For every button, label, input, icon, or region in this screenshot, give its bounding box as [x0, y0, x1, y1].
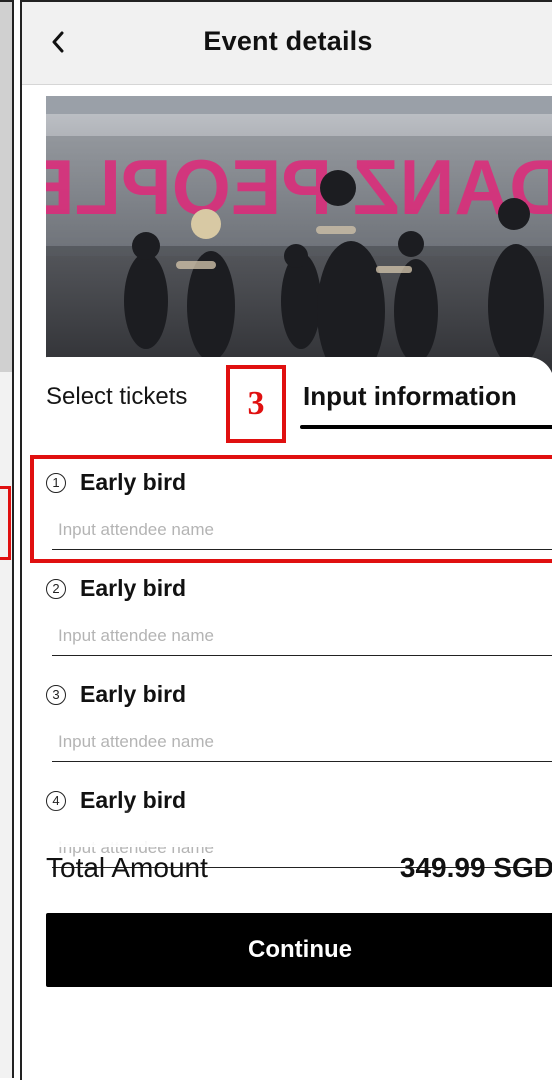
event-sign-text: DANZ PEOPLE	[46, 143, 552, 231]
field-label: 2 Early bird	[46, 575, 186, 602]
field-label: 1 Early bird	[46, 469, 186, 496]
attendee-name-input[interactable]	[52, 515, 552, 550]
attendee-field: 1 Early bird	[22, 455, 552, 563]
adjacent-screen-edge	[0, 0, 14, 1078]
app-header: Event details	[22, 2, 552, 85]
event-image: DANZ PEOPLE	[46, 96, 552, 386]
tab-input-information[interactable]: Input information	[303, 381, 517, 412]
tab-select-tickets[interactable]: Select tickets	[46, 383, 187, 411]
ticket-name: Early bird	[80, 469, 187, 495]
ticket-number-badge: 1	[46, 472, 66, 493]
continue-button[interactable]: Continue	[46, 913, 552, 987]
ticket-name: Early bird	[80, 681, 187, 707]
attendee-field: 2 Early bird	[22, 561, 552, 667]
ticket-number-badge: 2	[46, 578, 66, 599]
ticket-sheet: Select tickets 3 Input information 1 Ear…	[22, 357, 552, 1080]
field-label: 3 Early bird	[46, 681, 186, 708]
attendee-name-input[interactable]	[52, 727, 552, 762]
step-number: 3	[247, 385, 265, 422]
total-amount-label: Total Amount	[46, 852, 208, 883]
adjacent-screen-top-border	[0, 0, 12, 2]
active-tab-indicator	[300, 425, 552, 429]
attendee-field: 3 Early bird	[22, 667, 552, 773]
phone-screen: Event details DANZ PEOPLE Select tickets…	[20, 0, 552, 1080]
list-fade	[22, 807, 552, 847]
total-amount-value: 349.99 SGD	[399, 852, 552, 883]
event-photo-illustration: DANZ PEOPLE	[46, 96, 552, 386]
page-title: Event details	[203, 26, 373, 56]
step-annotation: 3	[226, 365, 286, 443]
ticket-name: Early bird	[80, 575, 187, 601]
adjacent-screen-shade	[0, 0, 12, 372]
ticket-number-badge: 3	[46, 684, 66, 705]
adjacent-highlight-edge	[0, 486, 11, 560]
attendee-name-input[interactable]	[52, 621, 552, 656]
